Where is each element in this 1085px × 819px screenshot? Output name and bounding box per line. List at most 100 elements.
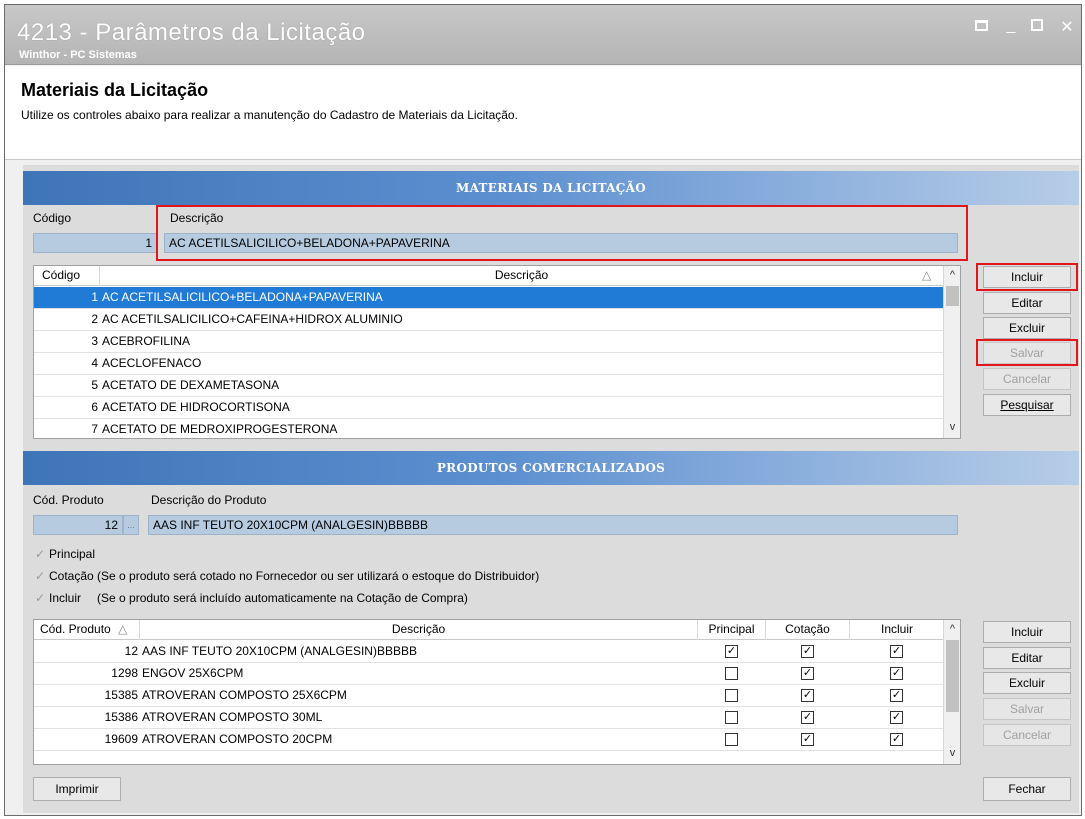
- incluir-checkbox[interactable]: ✓: [890, 733, 903, 746]
- products-salvar-button[interactable]: Salvar: [983, 698, 1071, 720]
- col-header-product-desc[interactable]: Descrição: [140, 620, 698, 640]
- table-row[interactable]: 3 ACEBROFILINA: [34, 331, 944, 353]
- principal-checkbox[interactable]: ✓: [725, 645, 738, 658]
- cotacao-checkbox[interactable]: ✓: [801, 667, 814, 680]
- scroll-down-icon[interactable]: v: [944, 419, 960, 436]
- cell-description: AC ACETILSALICILICO+CAFEINA+HIDROX ALUMI…: [102, 312, 403, 326]
- scroll-thumb[interactable]: [946, 640, 959, 712]
- fechar-button[interactable]: Fechar: [983, 777, 1071, 801]
- cell-code: 7: [91, 422, 98, 436]
- table-row[interactable]: 15385 ATROVERAN COMPOSTO 25X6CPM ✓ ✓: [34, 685, 944, 707]
- materials-excluir-button[interactable]: Excluir: [983, 317, 1071, 339]
- restore-icon[interactable]: [975, 17, 991, 37]
- products-incluir-button[interactable]: Incluir: [983, 621, 1071, 643]
- table-row[interactable]: 12 AAS INF TEUTO 20X10CPM (ANALGESIN)BBBB…: [34, 641, 944, 663]
- col-header-description[interactable]: Descrição: [100, 266, 944, 286]
- cell-product-code: 19609: [104, 732, 138, 746]
- material-code-field[interactable]: 1: [33, 233, 157, 253]
- table-row[interactable]: 1 AC ACETILSALICILICO+BELADONA+PAPAVERINA: [34, 287, 944, 309]
- table-row[interactable]: 5 ACETATO DE DEXAMETASONA: [34, 375, 944, 397]
- incluir-checkbox[interactable]: ✓: [890, 667, 903, 680]
- table-row[interactable]: 2 AC ACETILSALICILICO+CAFEINA+HIDROX ALUM…: [34, 309, 944, 331]
- table-row[interactable]: [34, 751, 944, 764]
- option-cotacao[interactable]: ✓ Cotação (Se o produto será cotado no F…: [35, 569, 539, 583]
- materials-grid: Código Descrição △ 1 AC ACETILSALICILICO+…: [33, 265, 961, 439]
- option-principal[interactable]: ✓ Principal: [35, 547, 95, 561]
- scroll-down-icon[interactable]: v: [944, 745, 960, 762]
- col-header-code[interactable]: Código: [34, 266, 100, 286]
- col-header-incluir[interactable]: Incluir: [850, 620, 944, 640]
- cell-product-code: 12: [124, 644, 138, 658]
- products-excluir-button[interactable]: Excluir: [983, 672, 1071, 694]
- table-row[interactable]: 7 ACETATO DE MEDROXIPROGESTERONA: [34, 419, 944, 438]
- incluir-checkbox[interactable]: ✓: [890, 711, 903, 724]
- table-row[interactable]: 6 ACETATO DE HIDROCORTISONA: [34, 397, 944, 419]
- scroll-up-icon[interactable]: ^: [944, 621, 960, 638]
- maximize-icon[interactable]: [1031, 17, 1047, 37]
- table-row[interactable]: 15386 ATROVERAN COMPOSTO 30ML ✓ ✓: [34, 707, 944, 729]
- app-window: 4213 - Parâmetros da Licitação Winthor -…: [4, 4, 1082, 816]
- products-grid: Cód. Produto △ Descrição Principal Cotaç…: [33, 619, 961, 765]
- materials-pesquisar-button[interactable]: Pesquisar: [983, 394, 1071, 416]
- materials-salvar-button[interactable]: Salvar: [983, 342, 1071, 364]
- close-icon[interactable]: ✕: [1059, 17, 1075, 37]
- window-title: 4213 - Parâmetros da Licitação: [17, 19, 366, 46]
- table-row[interactable]: 4 ACECLOFENACO: [34, 353, 944, 375]
- minimize-icon[interactable]: _: [1003, 17, 1019, 37]
- incluir-checkbox[interactable]: ✓: [890, 645, 903, 658]
- table-row[interactable]: 1298 ENGOV 25X6CPM ✓ ✓: [34, 663, 944, 685]
- products-editar-button[interactable]: Editar: [983, 647, 1071, 669]
- imprimir-button[interactable]: Imprimir: [33, 777, 121, 801]
- products-scrollbar[interactable]: ^ v: [943, 620, 960, 764]
- cell-product-description: ATROVERAN COMPOSTO 25X6CPM: [142, 688, 347, 702]
- sort-asc-icon: △: [922, 268, 932, 282]
- material-code-label: Código: [33, 211, 72, 225]
- highlight-box-description: [156, 205, 968, 261]
- materials-cancelar-button[interactable]: Cancelar: [983, 368, 1071, 390]
- materials-editar-button[interactable]: Editar: [983, 292, 1071, 314]
- option-incluir-label: Incluir: [49, 591, 82, 605]
- cotacao-checkbox[interactable]: ✓: [801, 711, 814, 724]
- title-bar: 4213 - Parâmetros da Licitação Winthor -…: [5, 5, 1081, 65]
- materials-scrollbar[interactable]: ^ v: [943, 266, 960, 438]
- col-header-product-code[interactable]: Cód. Produto △: [34, 620, 140, 640]
- cell-code: 3: [91, 334, 98, 348]
- incluir-checkbox[interactable]: ✓: [890, 689, 903, 702]
- materials-incluir-button[interactable]: Incluir: [983, 266, 1071, 288]
- cell-description: AC ACETILSALICILICO+BELADONA+PAPAVERINA: [102, 290, 383, 304]
- cotacao-checkbox[interactable]: ✓: [801, 645, 814, 658]
- main-content: MATERIAIS DA LICITAÇÃO Código 1 Descriçã…: [23, 165, 1079, 813]
- window-controls: _ ✕: [975, 17, 1075, 37]
- scroll-up-icon[interactable]: ^: [944, 267, 960, 284]
- page-header: Materiais da Licitação Utilize os contro…: [5, 66, 1081, 160]
- option-incluir-note: (Se o produto será incluído automaticame…: [97, 591, 468, 605]
- product-lookup-button[interactable]: ...: [123, 515, 139, 535]
- option-cotacao-label: Cotação (Se o produto será cotado no For…: [49, 569, 540, 583]
- product-desc-label: Descrição do Produto: [151, 493, 267, 507]
- col-header-cotacao[interactable]: Cotação: [766, 620, 850, 640]
- products-cancelar-button[interactable]: Cancelar: [983, 724, 1071, 746]
- product-code-field[interactable]: 12: [33, 515, 123, 535]
- table-row[interactable]: 19609 ATROVERAN COMPOSTO 20CPM ✓ ✓: [34, 729, 944, 751]
- check-icon: ✓: [35, 591, 46, 605]
- cell-code: 2: [91, 312, 98, 326]
- cell-product-description: AAS INF TEUTO 20X10CPM (ANALGESIN)BBBBB: [142, 644, 417, 658]
- cell-description: ACEBROFILINA: [102, 334, 191, 348]
- cell-description: ACETATO DE MEDROXIPROGESTERONA: [102, 422, 338, 436]
- cell-code: 4: [91, 356, 98, 370]
- cell-code: 5: [91, 378, 98, 392]
- principal-checkbox[interactable]: [725, 667, 738, 680]
- principal-checkbox[interactable]: [725, 733, 738, 746]
- cotacao-checkbox[interactable]: ✓: [801, 733, 814, 746]
- cotacao-checkbox[interactable]: ✓: [801, 689, 814, 702]
- product-desc-field[interactable]: AAS INF TEUTO 20X10CPM (ANALGESIN)BBBBB: [148, 515, 958, 535]
- option-incluir[interactable]: ✓ Incluir (Se o produto será incluído au…: [35, 591, 468, 605]
- check-icon: ✓: [35, 547, 46, 561]
- cell-product-description: ATROVERAN COMPOSTO 20CPM: [142, 732, 333, 746]
- principal-checkbox[interactable]: [725, 689, 738, 702]
- principal-checkbox[interactable]: [725, 711, 738, 724]
- scroll-thumb[interactable]: [946, 286, 959, 306]
- materials-grid-header: Código Descrição △: [34, 266, 944, 286]
- col-header-principal[interactable]: Principal: [698, 620, 766, 640]
- option-principal-label: Principal: [49, 547, 96, 561]
